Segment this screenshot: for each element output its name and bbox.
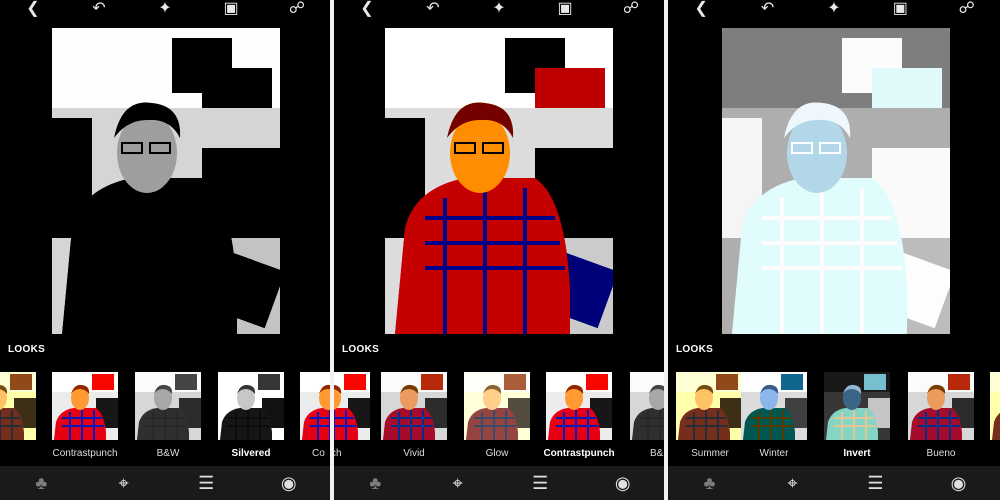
looks-icon[interactable]: ♣: [363, 471, 387, 495]
tune-icon[interactable]: ☰: [864, 471, 888, 495]
look-label: punch: [334, 448, 342, 459]
image-icon[interactable]: ▣: [889, 1, 911, 17]
photo-image: [52, 28, 280, 334]
look-thumbnail[interactable]: [741, 372, 807, 440]
looks-heading: LOOKS: [342, 344, 380, 355]
crop-icon[interactable]: ⌖: [446, 471, 470, 495]
look-thumbnail[interactable]: [218, 372, 284, 440]
photo-image: [722, 28, 950, 334]
looks-strip[interactable]: [668, 372, 1000, 440]
look-thumbnail[interactable]: [546, 372, 612, 440]
photo-preview: [722, 28, 950, 334]
bottom-toolbar: ♣ ⌖ ☰ ◉: [0, 466, 330, 500]
look-label: Co: [312, 448, 325, 459]
look-thumbnail[interactable]: [990, 372, 1000, 440]
look-thumbnail[interactable]: [52, 372, 118, 440]
look-thumbnail[interactable]: [824, 372, 890, 440]
look-label-selected: Invert: [843, 448, 871, 459]
looks-icon[interactable]: ♣: [29, 471, 53, 495]
look-label: B&W: [156, 448, 180, 459]
look-label: ew: [0, 448, 34, 459]
photo-preview: [385, 28, 613, 334]
editor-panel-right: ❮ ↶ ✦ ▣ ☍ LOOKS Summer Winter Invert Bue…: [668, 0, 1000, 500]
look-thumbnail[interactable]: [0, 372, 36, 440]
top-toolbar: ❮ ↶ ✦ ▣ ☍: [0, 0, 330, 18]
looks-heading: LOOKS: [676, 344, 714, 355]
look-thumbnail[interactable]: [381, 372, 447, 440]
magic-wand-icon[interactable]: ✦: [488, 1, 510, 17]
back-icon[interactable]: ❮: [22, 1, 44, 17]
look-label: Bueno: [926, 448, 956, 459]
crop-icon[interactable]: ⌖: [781, 471, 805, 495]
photo-preview: [52, 28, 280, 334]
magic-wand-icon[interactable]: ✦: [154, 1, 176, 17]
tune-icon[interactable]: ☰: [528, 471, 552, 495]
tune-icon[interactable]: ☰: [194, 471, 218, 495]
preview-icon[interactable]: ◉: [947, 471, 971, 495]
look-thumbnail[interactable]: [908, 372, 974, 440]
editor-panel-middle: ❮ ↶ ✦ ▣ ☍ LOOKS h Vivid Glow Contrastpun…: [334, 0, 664, 500]
share-icon[interactable]: ☍: [956, 1, 978, 17]
photo-image: [385, 28, 613, 334]
top-toolbar: ❮ ↶ ✦ ▣ ☍: [334, 0, 664, 18]
image-icon[interactable]: ▣: [554, 1, 576, 17]
looks-heading: LOOKS: [8, 344, 46, 355]
look-label-selected: Silvered: [231, 448, 271, 459]
look-label-selected: Contrastpunch: [543, 448, 615, 459]
look-label: Winter: [759, 448, 789, 459]
undo-icon[interactable]: ↶: [757, 1, 779, 17]
bottom-toolbar: ♣ ⌖ ☰ ◉: [334, 466, 664, 500]
looks-icon[interactable]: ♣: [698, 471, 722, 495]
undo-icon[interactable]: ↶: [422, 1, 444, 17]
looks-strip[interactable]: [0, 372, 330, 440]
look-label: B&: [650, 448, 664, 459]
share-icon[interactable]: ☍: [620, 1, 642, 17]
preview-icon[interactable]: ◉: [611, 471, 635, 495]
look-thumbnail[interactable]: [334, 372, 370, 440]
look-label: Contrastpunch: [52, 448, 118, 459]
bottom-toolbar: ♣ ⌖ ☰ ◉: [668, 466, 1000, 500]
preview-icon[interactable]: ◉: [277, 471, 301, 495]
magic-wand-icon[interactable]: ✦: [823, 1, 845, 17]
editor-panel-left: ❮ ↶ ✦ ▣ ☍ LOOKS Contrastpunch B&W Silver…: [0, 0, 330, 500]
look-thumbnail[interactable]: [300, 372, 330, 440]
undo-icon[interactable]: ↶: [88, 1, 110, 17]
back-icon[interactable]: ❮: [356, 1, 378, 17]
image-icon[interactable]: ▣: [220, 1, 242, 17]
look-label: Vivid: [403, 448, 425, 459]
back-icon[interactable]: ❮: [690, 1, 712, 17]
share-icon[interactable]: ☍: [286, 1, 308, 17]
top-toolbar: ❮ ↶ ✦ ▣ ☍: [668, 0, 1000, 18]
crop-icon[interactable]: ⌖: [112, 471, 136, 495]
look-thumbnail[interactable]: [676, 372, 742, 440]
look-label: Glow: [485, 448, 509, 459]
look-thumbnail[interactable]: [464, 372, 530, 440]
look-thumbnail[interactable]: [630, 372, 664, 440]
look-thumbnail[interactable]: [135, 372, 201, 440]
looks-strip[interactable]: [334, 372, 664, 440]
